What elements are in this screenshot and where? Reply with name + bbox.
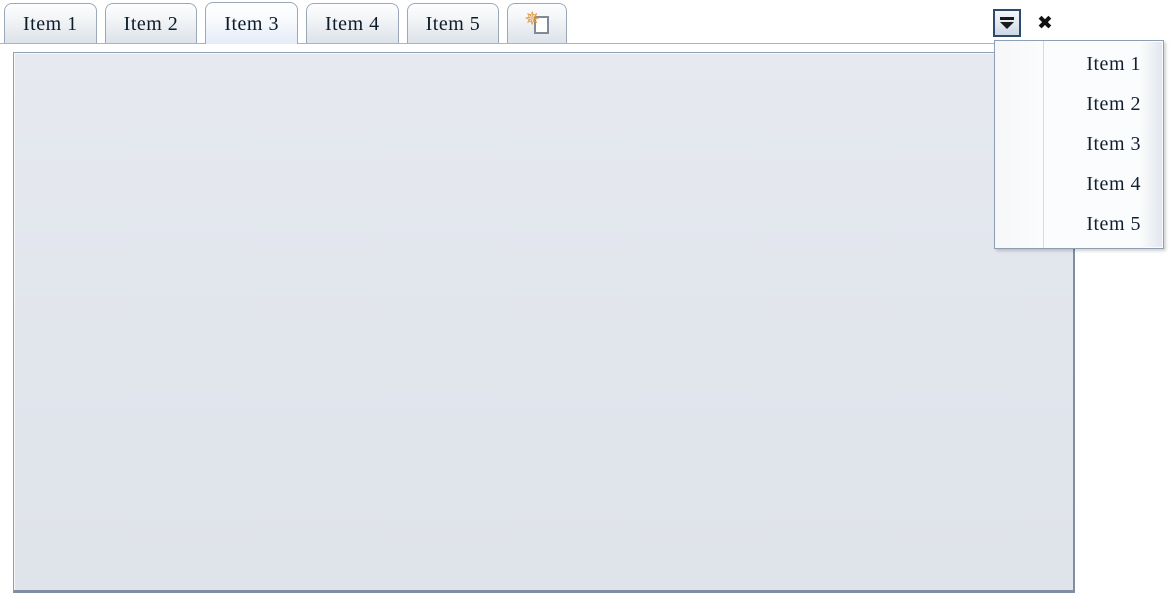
tab-item-2[interactable]: Item 2 (104, 3, 198, 43)
tab-item-4[interactable]: Item 4 (305, 3, 399, 43)
tab-strip-controls: ✖ (993, 9, 1055, 37)
chevron-down-shape (1000, 22, 1014, 29)
close-icon[interactable]: ✖ (1035, 12, 1055, 35)
tab-item-3[interactable]: Item 3 (205, 2, 298, 44)
tab-label: Item 3 (224, 12, 279, 35)
new-tab-button[interactable]: ✵ (507, 3, 568, 43)
new-document-sparkle-icon: ✵ (524, 7, 550, 36)
tab-list-menu-button[interactable] (993, 9, 1021, 37)
tab-label: Item 4 (324, 12, 380, 35)
menu-item-2[interactable]: Item 2 (995, 84, 1163, 124)
tab-item-1[interactable]: Item 1 (4, 3, 97, 43)
sparkle-glyph: ✵ (524, 7, 541, 30)
tab-item-5[interactable]: Item 5 (406, 3, 500, 43)
menu-item-5[interactable]: Item 5 (995, 204, 1163, 244)
tab-label: Item 2 (123, 12, 179, 35)
tab-label: Item 1 (23, 12, 78, 35)
menu-bar-shape (1000, 17, 1014, 20)
list-dropdown-icon (999, 16, 1015, 30)
tab-list: Item 1 Item 2 Item 3 Item 4 Item 5 ✵ (4, 0, 575, 44)
menu-item-3[interactable]: Item 3 (995, 124, 1163, 164)
menu-item-1[interactable]: Item 1 (995, 44, 1163, 84)
tab-label: Item 5 (425, 12, 481, 35)
tab-widget: Item 1 Item 2 Item 3 Item 4 Item 5 ✵ ✖ I… (0, 0, 1170, 600)
menu-item-4[interactable]: Item 4 (995, 164, 1163, 204)
tab-strip: Item 1 Item 2 Item 3 Item 4 Item 5 ✵ (0, 0, 1075, 44)
tab-dropdown-menu: Item 1 Item 2 Item 3 Item 4 Item 5 (994, 40, 1164, 249)
tab-content-panel (13, 52, 1075, 593)
